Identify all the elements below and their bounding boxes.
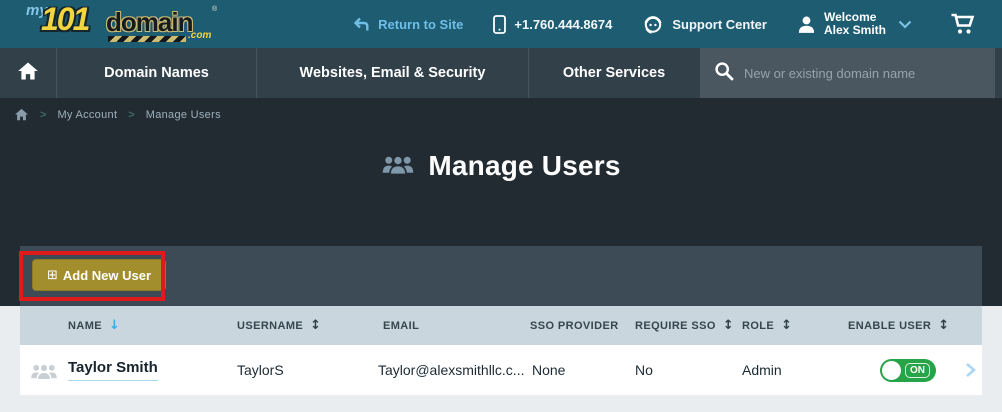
return-to-site-link[interactable]: Return to Site [353, 17, 463, 32]
users-table-section: NAME ↓ USERNAME ↕ EMAIL SSO PROVIDER REQ… [0, 306, 1002, 412]
welcome-line2: Alex Smith [823, 23, 886, 37]
breadcrumb-separator: > [40, 108, 47, 121]
column-label: REQUIRE SSO [635, 319, 716, 332]
chevron-down-icon [898, 20, 912, 29]
manage-users-page: my 101 domain ® .com Return to Site +1.7… [0, 0, 1002, 412]
table-header: NAME ↓ USERNAME ↕ EMAIL SSO PROVIDER REQ… [20, 306, 982, 345]
logo-tld: .com [188, 30, 212, 41]
column-label: NAME [68, 319, 102, 332]
page-title-block: Manage Users [0, 150, 1002, 182]
add-new-user-button[interactable]: ⊞ Add New User [32, 259, 167, 291]
sort-both-icon[interactable]: ↕ [310, 318, 321, 333]
column-label: SSO PROVIDER [530, 319, 619, 332]
column-header-require-sso[interactable]: REQUIRE SSO ↕ [633, 318, 742, 333]
user-name-link[interactable]: Taylor Smith [68, 359, 158, 381]
users-group-icon [381, 151, 415, 181]
breadcrumb-home-icon[interactable] [14, 108, 29, 121]
sort-both-icon[interactable]: ↕ [781, 318, 792, 333]
top-bar: my 101 domain ® .com Return to Site +1.7… [0, 0, 1002, 48]
users-table: NAME ↓ USERNAME ↕ EMAIL SSO PROVIDER REQ… [20, 306, 982, 395]
phone-number: +1.760.444.8674 [514, 16, 613, 32]
add-new-user-label: Add New User [62, 267, 152, 283]
cart-icon [950, 13, 976, 36]
support-center-label: Support Center [672, 16, 767, 32]
column-header-sso-provider: SSO PROVIDER [530, 320, 633, 332]
breadcrumb: > My Account > Manage Users [14, 108, 221, 121]
nav-label: Other Services [562, 65, 666, 81]
account-menu[interactable]: Welcome Alex Smith [797, 11, 912, 37]
user-require-sso: No [635, 362, 653, 378]
toggle-knob [882, 360, 901, 380]
headset-icon [642, 14, 664, 35]
brand-logo[interactable]: my 101 domain ® .com [18, 1, 253, 46]
sort-both-icon[interactable]: ↕ [938, 318, 949, 333]
logo-stripes [108, 36, 186, 42]
breadcrumb-my-account[interactable]: My Account [57, 109, 117, 121]
column-label: ROLE [742, 319, 775, 332]
user-icon [797, 15, 816, 34]
user-role: Admin [742, 362, 782, 378]
domain-search [700, 48, 995, 98]
phone-icon [493, 14, 507, 34]
logo-101: 101 [41, 1, 90, 37]
return-to-site-label: Return to Site [378, 16, 464, 32]
user-row[interactable]: Taylor Smith TaylorS Taylor@alexsmithllc… [20, 345, 982, 395]
column-label: ENABLE USER [848, 319, 932, 332]
top-bar-links: Return to Site +1.760.444.8674 Support C… [353, 0, 976, 48]
breadcrumb-separator: > [128, 108, 135, 121]
welcome-text: Welcome Alex Smith [824, 11, 886, 37]
nav-label: Websites, Email & Security [299, 65, 486, 81]
main-nav: Domain Names Websites, Email & Security … [0, 48, 1002, 98]
column-header-name[interactable]: NAME ↓ [68, 318, 237, 333]
user-username: TaylorS [237, 362, 284, 378]
user-sso-provider: None [532, 362, 566, 378]
domain-search-input[interactable] [744, 65, 964, 81]
nav-home-button[interactable] [0, 48, 57, 98]
welcome-line1: Welcome [823, 10, 877, 24]
table-toolbar: ⊞ Add New User [19, 246, 982, 306]
page-title: Manage Users [428, 150, 621, 181]
nav-item-domain-names[interactable]: Domain Names [57, 48, 257, 98]
page-header-section: > My Account > Manage Users Manage Users… [0, 98, 1002, 306]
column-label: EMAIL [383, 319, 420, 332]
nav-item-other-services[interactable]: Other Services [529, 48, 699, 98]
support-center-link[interactable]: Support Center [642, 14, 767, 35]
user-email: Taylor@alexsmithllc.c... [378, 362, 525, 378]
sort-both-icon[interactable]: ↕ [723, 318, 734, 333]
return-arrow-icon [353, 17, 370, 32]
enable-user-toggle[interactable]: ON [880, 358, 936, 382]
column-header-email: EMAIL [378, 320, 530, 332]
column-label: USERNAME [237, 319, 304, 332]
column-header-role[interactable]: ROLE ↕ [742, 318, 848, 333]
row-expand-chevron[interactable] [958, 362, 982, 378]
column-header-username[interactable]: USERNAME ↕ [237, 318, 378, 333]
logo-domain: domain [106, 7, 193, 37]
breadcrumb-manage-users[interactable]: Manage Users [146, 109, 221, 121]
cart-button[interactable] [950, 13, 976, 36]
search-icon [714, 61, 734, 86]
phone-link[interactable]: +1.760.444.8674 [493, 14, 613, 34]
registered-mark: ® [212, 6, 218, 13]
sort-desc-icon[interactable]: ↓ [109, 318, 120, 333]
column-header-enable-user[interactable]: ENABLE USER ↕ [848, 318, 958, 333]
nav-item-websites-email-security[interactable]: Websites, Email & Security [257, 48, 529, 98]
home-icon [17, 61, 39, 86]
nav-label: Domain Names [104, 65, 209, 81]
add-plus-icon: ⊞ [47, 267, 58, 283]
toggle-on-label: ON [905, 362, 930, 378]
row-users-icon [20, 360, 68, 381]
